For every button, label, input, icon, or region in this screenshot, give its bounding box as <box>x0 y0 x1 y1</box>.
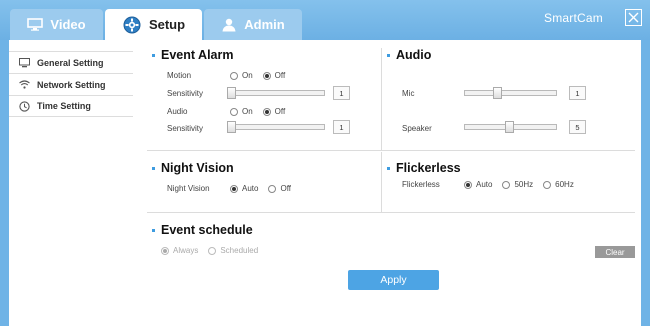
close-button[interactable] <box>625 9 642 26</box>
user-icon <box>222 18 236 31</box>
apply-button[interactable]: Apply <box>348 270 439 290</box>
section-title-night-vision: Night Vision <box>152 161 234 175</box>
audio-on-radio[interactable] <box>230 107 238 116</box>
speaker-label: Speaker <box>402 124 432 133</box>
bullet-icon <box>387 166 390 170</box>
sidebar-item-label: Network Setting <box>37 79 106 90</box>
section-title-flickerless: Flickerless <box>387 161 461 175</box>
content-panel: General Setting Network Setting Time Set… <box>9 40 641 326</box>
bullet-icon <box>152 53 155 57</box>
flickerless-radio-group: Auto 50Hz 60Hz <box>464 180 580 189</box>
night-vision-label: Night Vision <box>167 184 210 193</box>
sidebar-item-label: General Setting <box>37 57 104 68</box>
radio-label: Off <box>274 107 286 116</box>
divider <box>381 48 382 150</box>
sidebar-item-network-setting[interactable]: Network Setting <box>9 73 133 95</box>
audio-alarm-radio-group: On Off <box>230 107 291 116</box>
radio-label: Always <box>173 246 199 255</box>
schedule-always-radio[interactable] <box>161 246 169 255</box>
section-title-text: Flickerless <box>396 161 461 175</box>
radio-label: 60Hz <box>555 180 574 189</box>
motion-sensitivity-value: 1 <box>333 86 350 100</box>
radio-label: On <box>242 107 253 116</box>
bullet-icon <box>152 228 155 232</box>
motion-radio-group: On Off <box>230 71 291 80</box>
section-title-text: Event Alarm <box>161 48 234 62</box>
slider-thumb[interactable] <box>227 87 236 99</box>
radio-label: Auto <box>476 180 493 189</box>
night-vision-auto-radio[interactable] <box>230 184 238 193</box>
section-title-text: Night Vision <box>161 161 234 175</box>
slider-thumb[interactable] <box>505 121 514 133</box>
sidebar: General Setting Network Setting Time Set… <box>9 51 133 117</box>
audio-off-radio[interactable] <box>262 107 271 116</box>
tab-setup[interactable]: Setup <box>105 9 202 40</box>
audio-sensitivity-label: Sensitivity <box>167 124 204 133</box>
speaker-volume-value: 5 <box>569 120 586 134</box>
radio-label: Scheduled <box>220 246 259 255</box>
sidebar-item-label: Time Setting <box>37 101 91 111</box>
close-icon <box>628 12 639 23</box>
mic-volume-value: 1 <box>569 86 586 100</box>
monitor-icon <box>27 18 44 31</box>
motion-label: Motion <box>167 71 192 80</box>
audio-sensitivity-value: 1 <box>333 120 350 134</box>
tab-video[interactable]: Video <box>10 9 103 40</box>
slider-thumb[interactable] <box>227 121 236 133</box>
mic-volume-slider[interactable] <box>464 87 557 99</box>
radio-label: Auto <box>242 184 259 193</box>
clock-icon <box>19 100 30 112</box>
schedule-scheduled-radio[interactable] <box>208 246 217 255</box>
motion-sensitivity-slider[interactable] <box>227 87 325 99</box>
wifi-icon <box>19 80 30 89</box>
tab-label: Admin <box>244 17 285 32</box>
flickerless-50hz-radio[interactable] <box>502 180 511 189</box>
radio-label: Off <box>280 184 291 193</box>
event-schedule-radio-group: Always Scheduled <box>161 246 264 255</box>
top-bar: Video Setup Admin SmartCam <box>0 0 650 40</box>
flickerless-auto-radio[interactable] <box>464 180 472 189</box>
divider <box>147 150 635 151</box>
section-title-text: Event schedule <box>161 223 253 237</box>
night-vision-off-radio[interactable] <box>268 184 277 193</box>
radio-label: Off <box>274 71 286 80</box>
tab-admin[interactable]: Admin <box>204 9 302 40</box>
sidebar-item-time-setting[interactable]: Time Setting <box>9 95 133 117</box>
section-title-audio: Audio <box>387 48 431 62</box>
mic-label: Mic <box>402 89 415 98</box>
audio-alarm-label: Audio <box>167 107 188 116</box>
divider <box>381 152 382 212</box>
divider <box>147 212 635 213</box>
radio-label: 50Hz <box>514 180 534 189</box>
motion-off-radio[interactable] <box>262 71 271 80</box>
clear-button[interactable]: Clear <box>595 246 635 258</box>
motion-sensitivity-label: Sensitivity <box>167 89 204 98</box>
flickerless-60hz-radio[interactable] <box>543 180 552 189</box>
section-title-event-alarm: Event Alarm <box>152 48 233 62</box>
section-title-event-schedule: Event schedule <box>152 223 253 237</box>
night-vision-radio-group: Auto Off <box>230 184 297 193</box>
audio-sensitivity-slider[interactable] <box>227 121 325 133</box>
gear-icon <box>123 16 141 33</box>
slider-thumb[interactable] <box>493 87 502 99</box>
bullet-icon <box>387 53 390 57</box>
motion-on-radio[interactable] <box>230 71 238 80</box>
monitor-icon <box>19 57 30 67</box>
sidebar-item-general-setting[interactable]: General Setting <box>9 51 133 73</box>
tab-label: Setup <box>148 17 186 32</box>
speaker-volume-slider[interactable] <box>464 121 557 133</box>
brand-logo: SmartCam <box>544 11 603 25</box>
radio-label: On <box>242 71 253 80</box>
tab-label: Video <box>50 17 86 32</box>
section-title-text: Audio <box>396 48 432 62</box>
bullet-icon <box>152 166 155 170</box>
flickerless-label: Flickerless <box>402 180 440 189</box>
